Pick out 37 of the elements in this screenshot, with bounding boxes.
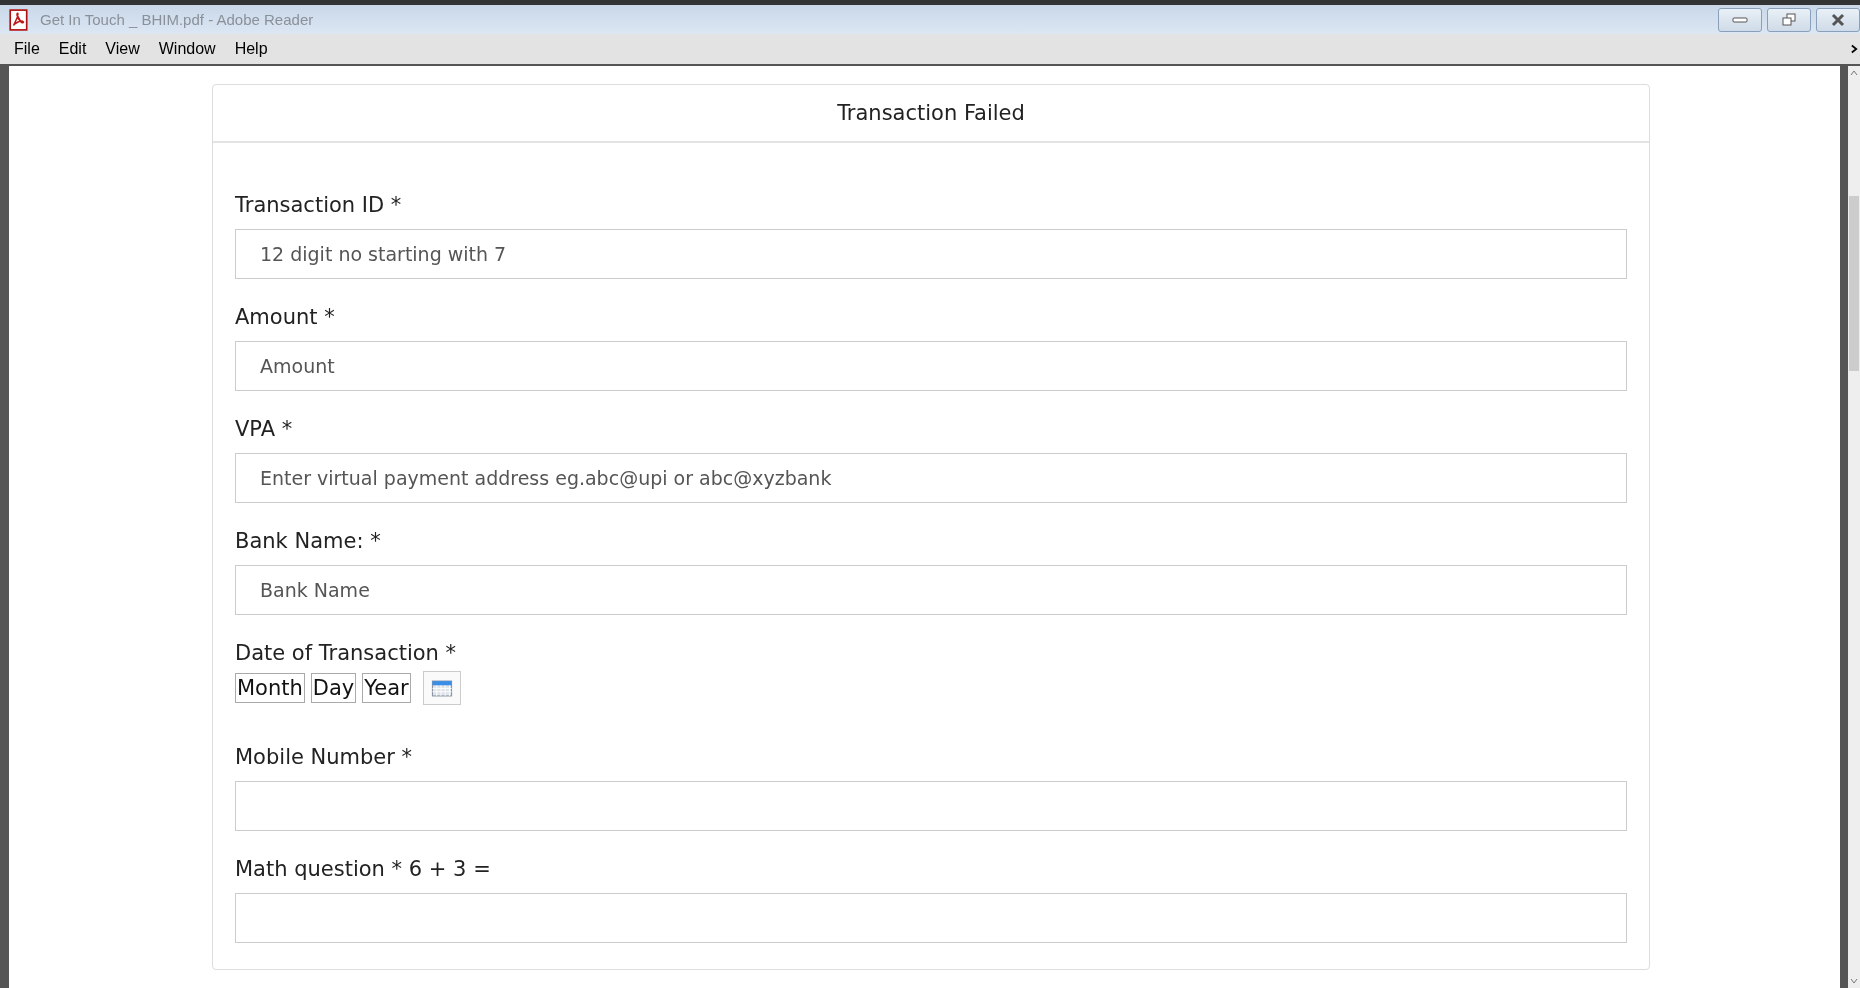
input-field[interactable] [235,893,1627,943]
close-icon [1830,12,1846,28]
restore-button[interactable] [1767,8,1811,32]
scroll-thumb[interactable] [1849,196,1859,371]
field-label: Mobile Number * [235,745,414,769]
menu-item[interactable]: View [105,40,140,58]
chevron-icon[interactable] [1851,44,1858,54]
menu-item[interactable]: Help [234,40,268,58]
field-label: Transaction ID * [235,193,403,217]
minimize-button[interactable] [1718,8,1762,32]
field-label: Date of Transaction * [235,641,458,665]
input-field[interactable]: Bank Name [235,565,1627,615]
calendar-button[interactable] [422,671,461,705]
date-part-field[interactable]: Month [235,673,305,703]
menu-item[interactable]: File [14,40,40,58]
field-label: Math question * 6 + 3 = [235,857,492,881]
form-title: Transaction Failed [837,101,1025,125]
close-button[interactable] [1816,8,1860,32]
field-label: Amount * [235,305,336,329]
input-field[interactable] [235,781,1627,831]
scrollbar[interactable] [1840,66,1860,988]
calendar-icon [430,679,453,697]
field-label: Bank Name: * [235,529,382,553]
date-part-field[interactable]: Year [362,673,411,703]
document-icon [8,8,30,31]
menu-item[interactable]: Edit [58,40,87,58]
window-title: Get In Touch _ BHIM.pdf - Adobe Reader [40,11,314,28]
input-field[interactable]: Enter virtual payment address eg.abc@upi or abc@xyzbank [235,453,1627,503]
menu-item[interactable]: Window [158,40,216,58]
input-field[interactable]: Amount [235,341,1627,391]
scroll-down-icon[interactable] [1850,978,1858,984]
date-part-field[interactable]: Day [310,673,357,703]
field-label: VPA * [235,417,294,441]
scroll-up-icon[interactable] [1850,70,1858,76]
minimize-icon [1730,15,1750,25]
restore-icon [1781,12,1797,28]
input-field[interactable]: 12 digit no starting with 7 [235,229,1627,279]
